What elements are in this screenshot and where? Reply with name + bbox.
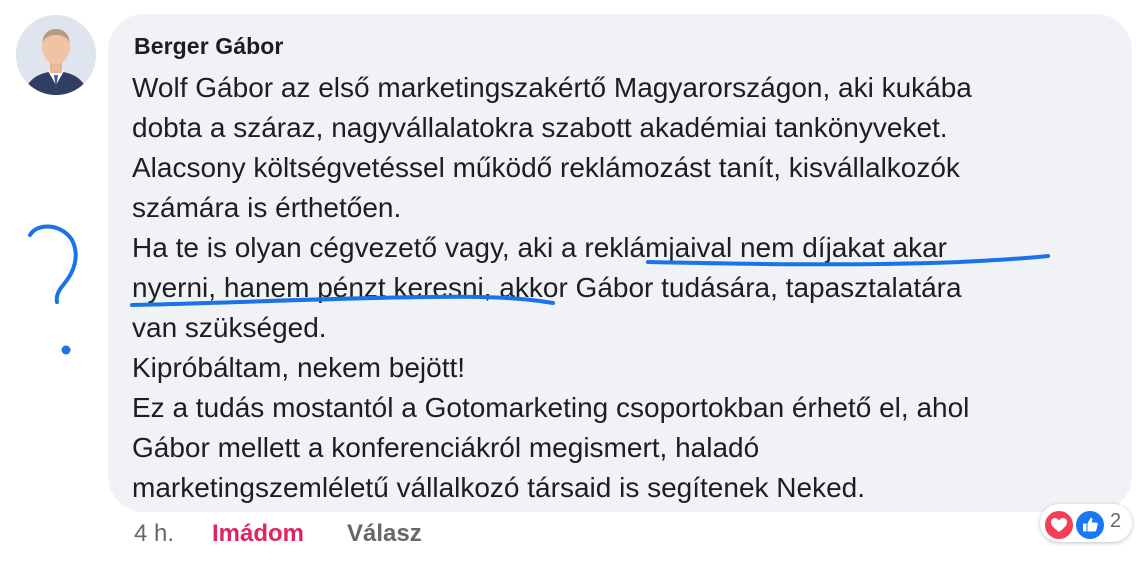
comment-line: Wolf Gábor az első marketingszakértő Mag… bbox=[132, 72, 972, 103]
comment-line: Kipróbáltam, nekem bejött! bbox=[132, 352, 466, 383]
like-icon bbox=[1074, 509, 1106, 541]
question-mark-dot bbox=[61, 345, 71, 355]
comment-line: dobta a száraz, nagyvállalatokra szabott… bbox=[132, 112, 948, 143]
profile-photo bbox=[16, 15, 96, 95]
heart-icon bbox=[1043, 509, 1075, 541]
comment-line: Ez a tudás mostantól a Gotomarketing cso… bbox=[132, 392, 970, 423]
reaction-count: 2 bbox=[1110, 510, 1122, 532]
comment-line: Gábor mellett a konferenciákról megismer… bbox=[132, 432, 760, 463]
comment-text: Wolf Gábor az első marketingszakértő Mag… bbox=[132, 68, 1122, 508]
question-mark-icon bbox=[28, 224, 78, 304]
comment-line: Alacsony költségvetéssel működő reklámoz… bbox=[132, 152, 960, 183]
comment-timestamp[interactable]: 4 h. bbox=[134, 519, 174, 549]
comment-line: van szükséged. bbox=[132, 312, 327, 343]
reply-button[interactable]: Válasz bbox=[347, 519, 422, 549]
love-reaction-button[interactable]: Imádom bbox=[212, 519, 304, 549]
comment-line: marketingszemléletű vállalkozó társaid i… bbox=[132, 472, 866, 503]
reactions-summary[interactable]: 2 bbox=[1040, 504, 1132, 542]
comment-line: számára is érthetően. bbox=[132, 192, 402, 223]
comment-author[interactable]: Berger Gábor bbox=[134, 33, 283, 60]
comment-line: Ha te is olyan cégvezető vagy, aki a rek… bbox=[132, 232, 947, 263]
comment-line: nyerni, hanem pénzt keresni, akkor Gábor… bbox=[132, 272, 962, 303]
comment-bubble: Berger Gábor Wolf Gábor az első marketin… bbox=[108, 14, 1132, 512]
avatar[interactable] bbox=[16, 15, 96, 95]
